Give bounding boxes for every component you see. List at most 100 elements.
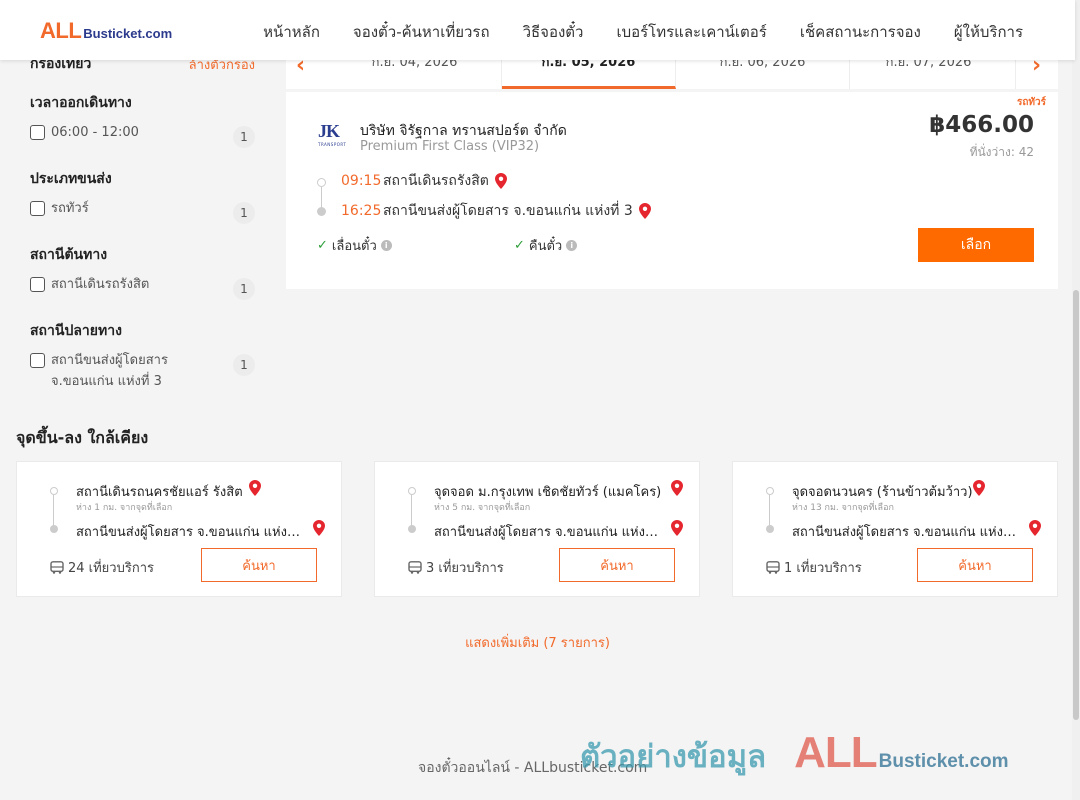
checkbox[interactable]: [30, 125, 45, 140]
main-nav: หน้าหลัก จองตั๋ว-ค้นหาเที่ยวรถ วิธีจองตั…: [263, 20, 1023, 44]
filter-option-label: สถานีเดินรถรังสิต: [51, 277, 150, 292]
date-selector: ‹ ก.ย. 04, 2026 ก.ย. 05, 2026 ก.ย. 06, 2…: [286, 53, 1058, 89]
watermark-all: ALL: [794, 728, 878, 777]
bus-icon: [766, 561, 780, 574]
map-pin-icon[interactable]: [638, 203, 651, 219]
filter-panel: กรองเที่ยว ล้างตัวกรอง เวลาออกเดินทาง 06…: [30, 56, 255, 392]
map-pin-icon[interactable]: [671, 520, 683, 536]
logo-busticket: Busticket.com: [83, 26, 173, 41]
scrollbar[interactable]: [1072, 0, 1080, 800]
map-pin-icon[interactable]: [1029, 520, 1041, 536]
filter-option-label: 06:00 - 12:00: [51, 125, 139, 140]
show-more-link[interactable]: แสดงเพิ่มเติม (7 รายการ): [0, 632, 1075, 653]
info-icon[interactable]: i: [566, 240, 578, 251]
site-header: ALL Busticket.com หน้าหลัก จองตั๋ว-ค้นหา…: [0, 0, 1075, 60]
ticket-price: ฿466.00: [929, 112, 1034, 138]
nearby-card: จุดจอด ม.กรุงเทพ เชิดชัยทัวร์ (แมคโคร) ห…: [374, 461, 700, 597]
departure-station: สถานีเดินรถรังสิต: [383, 173, 489, 189]
nearby-to: สถานีขนส่งผู้โดยสาร จ.ขอนแก่น แห่งที่ 3: [76, 525, 306, 540]
nearby-distance: ห่าง 13 กม. จากจุดที่เลือก: [792, 503, 894, 513]
nearby-from: สถานีเดินรถนครชัยแอร์ รังสิต: [76, 485, 243, 500]
date-tab-active[interactable]: ก.ย. 05, 2026: [502, 55, 676, 89]
date-tab[interactable]: ก.ย. 04, 2026: [328, 55, 502, 89]
nav-book[interactable]: จองตั๋ว-ค้นหาเที่ยวรถ: [353, 20, 490, 44]
bus-icon: [408, 561, 422, 574]
checkbox[interactable]: [30, 277, 45, 292]
nav-howto[interactable]: วิธีจองตั๋ว: [523, 20, 584, 44]
search-button[interactable]: ค้นหา: [201, 548, 317, 582]
nearby-card: จุดจอดนวนคร (ร้านข้าวต้มว้าว) ห่าง 13 กม…: [732, 461, 1058, 597]
filter-option-label: สถานีขนส่งผู้โดยสาร จ.ขอนแก่น แห่งที่ 3: [51, 353, 168, 389]
check-icon: ✓: [514, 238, 525, 253]
nearby-distance: ห่าง 1 กม. จากจุดที่เลือก: [76, 503, 173, 513]
scrollbar-thumb[interactable]: [1073, 290, 1079, 720]
filter-group-title: สถานีปลายทาง: [30, 323, 122, 339]
bus-class: Premium First Class (VIP32): [360, 139, 540, 154]
route-timeline: [766, 487, 774, 533]
vehicle-type-tag: รถทัวร์: [1016, 97, 1046, 108]
arrival-time: 16:25: [341, 203, 382, 219]
nearby-to: สถานีขนส่งผู้โดยสาร จ.ขอนแก่น แห่งที่ 3: [434, 525, 664, 540]
logo-all: ALL: [40, 18, 82, 43]
company-logo-text: JK: [318, 121, 340, 141]
feature-label: คืนตั๋ว: [528, 239, 563, 254]
arrival-station: สถานีขนส่งผู้โดยสาร จ.ขอนแก่น แห่งที่ 3: [383, 203, 633, 219]
nearby-from: จุดจอด ม.กรุงเทพ เชิดชัยทัวร์ (แมคโคร): [434, 485, 662, 500]
filter-option-origin[interactable]: สถานีเดินรถรังสิต 1: [30, 276, 255, 300]
company-logo-subtext: TRANSPORT: [318, 142, 347, 147]
route-timeline: [408, 487, 416, 533]
nav-status[interactable]: เช็คสถานะการจอง: [800, 20, 921, 44]
filter-count-badge: 1: [233, 126, 255, 148]
filter-count-badge: 1: [233, 202, 255, 224]
checkbox[interactable]: [30, 353, 45, 368]
date-tab[interactable]: ก.ย. 06, 2026: [676, 55, 850, 89]
bus-icon: [50, 561, 64, 574]
nearby-from: จุดจอดนวนคร (ร้านข้าวต้มว้าว): [792, 485, 973, 500]
nearby-title: จุดขึ้น-ลง ใกล้เคียง: [16, 428, 149, 447]
nav-contact[interactable]: เบอร์โทรและเคาน์เตอร์: [616, 20, 766, 44]
check-icon: ✓: [317, 238, 328, 253]
filter-group-title: เวลาออกเดินทาง: [30, 95, 132, 111]
filter-count-badge: 1: [233, 278, 255, 300]
seats-available: ที่นั่งว่าง: 42: [969, 145, 1034, 159]
map-pin-icon[interactable]: [671, 480, 683, 496]
filter-group-title: ประเภทขนส่ง: [30, 171, 112, 187]
trip-count-label: 3 เที่ยวบริการ: [426, 561, 504, 576]
nav-home[interactable]: หน้าหลัก: [263, 20, 320, 44]
route-timeline: [317, 178, 327, 216]
nearby-card: สถานีเดินรถนครชัยแอร์ รังสิต ห่าง 1 กม. …: [16, 461, 342, 597]
trip-count-label: 1 เที่ยวบริการ: [784, 561, 862, 576]
nearby-to: สถานีขนส่งผู้โดยสาร จ.ขอนแก่น แห่งที่ 3: [792, 525, 1022, 540]
feature-reschedule: ✓ เลื่อนตั๋ว i: [317, 235, 392, 256]
nav-operators[interactable]: ผู้ให้บริการ: [954, 20, 1023, 44]
filter-count-badge: 1: [233, 354, 255, 376]
filter-option-time[interactable]: 06:00 - 12:00 1: [30, 124, 255, 148]
info-icon[interactable]: i: [380, 240, 392, 251]
filter-option-label: รถทัวร์: [51, 201, 89, 216]
departure-stop: 09:15 สถานีเดินรถรังสิต: [341, 170, 507, 192]
map-pin-icon[interactable]: [494, 173, 507, 189]
search-button[interactable]: ค้นหา: [917, 548, 1033, 582]
footer-text: จองตั๋วออนไลน์ - ALLbusticket.com: [418, 760, 648, 776]
arrival-stop: 16:25 สถานีขนส่งผู้โดยสาร จ.ขอนแก่น แห่ง…: [341, 200, 651, 222]
trip-count: 24 เที่ยวบริการ: [50, 557, 154, 578]
nearby-distance: ห่าง 5 กม. จากจุดที่เลือก: [434, 503, 531, 513]
filter-option-destination[interactable]: สถานีขนส่งผู้โดยสาร จ.ขอนแก่น แห่งที่ 3 …: [30, 352, 255, 392]
map-pin-icon[interactable]: [313, 520, 325, 536]
watermark-busticket: Busticket.com: [878, 751, 1009, 772]
map-pin-icon[interactable]: [973, 480, 985, 496]
filter-option-type[interactable]: รถทัวร์ 1: [30, 200, 255, 224]
filter-group-title: สถานีต้นทาง: [30, 247, 108, 263]
select-trip-button[interactable]: เลือก: [918, 228, 1034, 262]
map-pin-icon[interactable]: [249, 480, 261, 496]
checkbox[interactable]: [30, 201, 45, 216]
site-logo[interactable]: ALL Busticket.com: [40, 18, 172, 44]
company-logo: JK TRANSPORT: [318, 121, 348, 147]
route-timeline: [50, 487, 58, 533]
trip-card: รถทัวร์ JK TRANSPORT บริษัท จิรัฐกาล ทรา…: [286, 92, 1058, 289]
feature-label: เลื่อนตั๋ว: [331, 239, 377, 254]
search-button[interactable]: ค้นหา: [559, 548, 675, 582]
date-tab[interactable]: ก.ย. 07, 2026: [842, 55, 1016, 89]
feature-refund: ✓ คืนตั๋ว i: [514, 235, 578, 256]
trip-count: 1 เที่ยวบริการ: [766, 557, 862, 578]
